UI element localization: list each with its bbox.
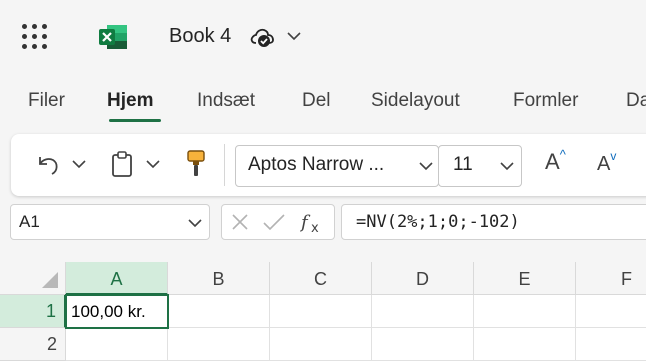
select-all-icon <box>42 272 58 288</box>
cell-b1[interactable] <box>168 295 270 328</box>
row-header-2-label: 2 <box>46 334 57 354</box>
chevron-down-icon <box>419 162 433 171</box>
tab-formler[interactable]: Formler <box>513 90 578 112</box>
cell-c2[interactable] <box>270 328 372 361</box>
tab-indsaet[interactable]: Indsæt <box>197 90 255 112</box>
cell-e1[interactable] <box>474 295 576 328</box>
undo-menu-chevron-icon[interactable] <box>71 156 87 172</box>
format-painter-icon[interactable] <box>184 148 208 180</box>
row-header-1[interactable]: 1 <box>0 295 66 328</box>
decrease-font-label: A <box>597 153 611 175</box>
increase-font-icon[interactable]: A^ <box>545 147 566 175</box>
cell-c1[interactable] <box>270 295 372 328</box>
insert-function-icon[interactable]: f x <box>300 209 326 235</box>
cell-a1[interactable]: 100,00 kr. <box>65 294 169 329</box>
chevron-down-icon <box>188 219 202 228</box>
cell-f2[interactable] <box>576 328 646 361</box>
spreadsheet-grid: A B C D E F 1 2 100,00 kr. <box>0 262 646 364</box>
clipboard-icon[interactable] <box>109 150 135 178</box>
font-name-select[interactable]: Aptos Narrow ... <box>235 145 439 187</box>
tab-data[interactable]: Da <box>626 90 646 112</box>
column-header-c[interactable]: C <box>270 262 372 295</box>
column-header-b[interactable]: B <box>168 262 270 295</box>
select-all-corner[interactable] <box>0 262 66 295</box>
waffle-icon[interactable] <box>22 24 48 50</box>
ribbon-separator <box>224 144 225 186</box>
cancel-icon[interactable] <box>230 212 250 232</box>
tab-filer[interactable]: Filer <box>28 90 65 112</box>
tab-hjem[interactable]: Hjem <box>107 90 153 112</box>
active-tab-indicator <box>109 119 161 122</box>
chevron-down-icon <box>500 162 514 171</box>
cell-b2[interactable] <box>168 328 270 361</box>
name-box[interactable]: A1 <box>10 204 210 240</box>
name-box-value: A1 <box>19 212 40 231</box>
increase-font-label: A <box>545 149 560 174</box>
ribbon-tabs: Filer Hjem Indsæt Del Sidelayout Formler… <box>0 84 646 128</box>
svg-text:x: x <box>311 221 319 235</box>
formula-text: =NV(2%;1;0;-102) <box>356 212 520 232</box>
formula-bar: A1 f x =NV(2%;1;0;-102) <box>0 198 646 246</box>
cell-d1[interactable] <box>372 295 474 328</box>
svg-text:f: f <box>300 212 311 233</box>
cell-f1[interactable] <box>576 295 646 328</box>
enter-icon[interactable] <box>262 212 286 232</box>
tab-del[interactable]: Del <box>302 90 331 112</box>
column-header-a[interactable]: A <box>66 262 168 295</box>
row-header-1-label: 1 <box>45 301 56 321</box>
document-title[interactable]: Book 4 <box>169 25 231 48</box>
title-bar: Book 4 <box>0 0 646 76</box>
decrease-font-icon[interactable]: Av <box>597 149 616 176</box>
font-name-value: Aptos Narrow ... <box>248 154 385 175</box>
chevron-down-icon[interactable] <box>285 27 303 45</box>
tab-sidelayout[interactable]: Sidelayout <box>371 90 460 112</box>
ribbon-toolbar: Aptos Narrow ... 11 A^ Av <box>11 134 646 196</box>
undo-icon[interactable] <box>35 151 63 179</box>
column-header-f[interactable]: F <box>576 262 646 295</box>
paste-menu-chevron-icon[interactable] <box>145 156 161 172</box>
column-header-d[interactable]: D <box>372 262 474 295</box>
cell-a2[interactable] <box>66 328 168 361</box>
font-size-select[interactable]: 11 <box>438 145 522 187</box>
formula-actions: f x <box>221 204 335 240</box>
row-header-2[interactable]: 2 <box>0 328 66 361</box>
excel-icon <box>99 25 127 49</box>
cell-d2[interactable] <box>372 328 474 361</box>
cell-e2[interactable] <box>474 328 576 361</box>
cell-a1-value: 100,00 kr. <box>71 302 146 321</box>
formula-input[interactable]: =NV(2%;1;0;-102) <box>341 204 646 240</box>
font-size-value: 11 <box>453 154 473 175</box>
column-header-e[interactable]: E <box>474 262 576 295</box>
cloud-saved-icon[interactable] <box>249 25 275 49</box>
